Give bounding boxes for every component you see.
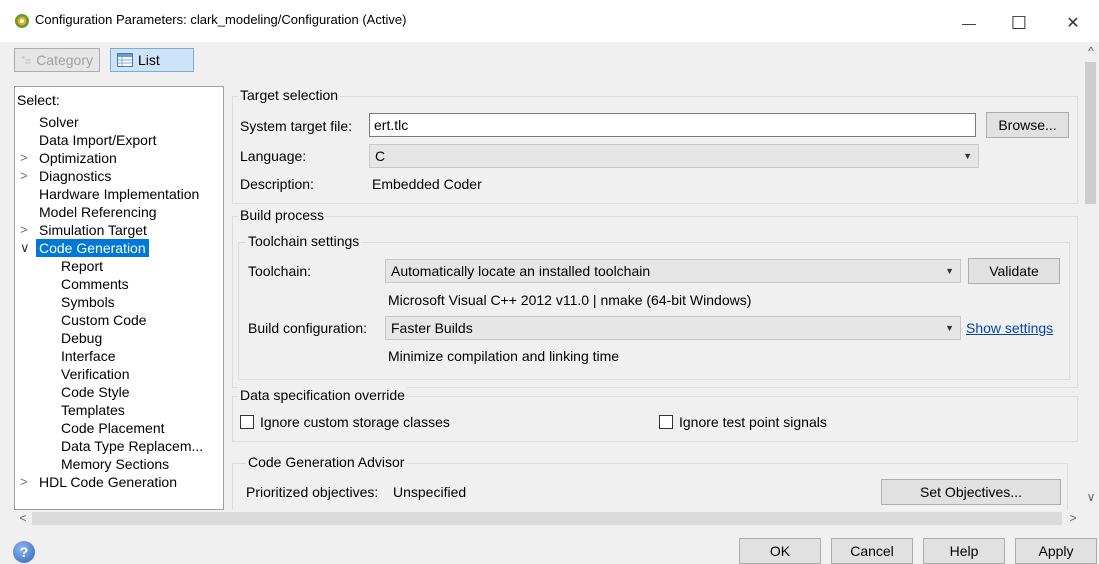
prioritized-label: Prioritized objectives: [246,484,379,500]
category-icon [21,56,31,64]
close-icon: ✕ [1066,15,1080,32]
expand-arrow-icon[interactable]: > [20,473,30,491]
apply-button[interactable]: Apply [1015,538,1097,564]
description-value: Embedded Coder [372,176,482,192]
horizontal-scroll-thumb[interactable] [32,512,1062,525]
category-tree[interactable]: Select: Solver Data Import/Export > Optim… [14,86,224,510]
tree-item-code-placement[interactable]: Code Placement [15,419,223,437]
tree-item-data-import-export[interactable]: Data Import/Export [15,131,223,149]
tree-item-templates[interactable]: Templates [15,401,223,419]
toolchain-value: Automatically locate an installed toolch… [391,263,651,279]
language-value: C [375,148,386,164]
tree-item-model-referencing[interactable]: Model Referencing [15,203,223,221]
help-icon[interactable]: ? [13,541,35,563]
tree-item-optimization[interactable]: > Optimization [15,149,223,167]
tree-item-verification[interactable]: Verification [15,365,223,383]
tree-item-code-style[interactable]: Code Style [15,383,223,401]
tree-item-data-type-replacement[interactable]: Data Type Replacem... [15,437,223,455]
tree-item-simulation-target[interactable]: > Simulation Target [15,221,223,239]
data-spec-title: Data specification override [238,387,407,403]
toolchain-settings-title: Toolchain settings [246,233,362,249]
dropdown-arrow-icon: ▼ [945,266,954,276]
language-label: Language: [240,148,307,164]
category-label: Category [36,52,93,68]
dropdown-arrow-icon: ▼ [945,323,954,333]
tree-item-diagnostics[interactable]: > Diagnostics [15,167,223,185]
tree-item-memory-sections[interactable]: Memory Sections [15,455,223,473]
selected-label: Code Generation [36,239,149,257]
show-settings-link[interactable]: Show settings [966,320,1053,336]
prioritized-value: Unspecified [393,484,467,500]
minimize-icon: — [962,15,976,31]
tree-item-interface[interactable]: Interface [15,347,223,365]
build-process-title: Build process [238,207,327,223]
set-objectives-button[interactable]: Set Objectives... [881,479,1061,505]
close-button[interactable]: ✕ [1050,9,1096,37]
window-title: Configuration Parameters: clark_modeling… [35,12,407,27]
system-target-label: System target file: [240,118,353,134]
tree-item-solver[interactable]: Solver [15,113,223,131]
tree-item-code-generation[interactable]: ∨ Code Generation [15,239,223,257]
scroll-up-icon[interactable]: ^ [1084,44,1098,58]
minimize-button[interactable]: — [946,9,992,37]
validate-button[interactable]: Validate [968,258,1060,284]
language-select[interactable]: C ▼ [369,144,979,168]
expand-arrow-icon[interactable]: > [20,149,30,167]
settings-panel: Target selection System target file: ert… [230,80,1082,510]
dropdown-arrow-icon: ▼ [963,151,972,161]
tree-item-symbols[interactable]: Symbols [15,293,223,311]
simulink-gear-icon [15,14,29,28]
tree-item-custom-code[interactable]: Custom Code [15,311,223,329]
tree-item-report[interactable]: Report [15,257,223,275]
help-button[interactable]: Help [923,538,1005,564]
system-target-input[interactable]: ert.tlc [369,113,976,137]
tree-item-hardware-implementation[interactable]: Hardware Implementation [15,185,223,203]
build-config-select[interactable]: Faster Builds ▼ [385,316,961,340]
vertical-scroll-thumb[interactable] [1085,62,1096,204]
ignore-test-points-checkbox[interactable] [659,415,673,429]
scroll-right-icon[interactable]: > [1066,511,1080,525]
scroll-left-icon[interactable]: < [16,511,30,525]
tree-item-comments[interactable]: Comments [15,275,223,293]
list-icon [117,53,133,67]
build-config-info: Minimize compilation and linking time [388,348,620,364]
toolchain-label: Toolchain: [248,263,312,279]
browse-button[interactable]: Browse... [986,112,1069,138]
expand-arrow-icon[interactable]: > [20,221,30,239]
maximize-icon: ☐ [1010,12,1028,33]
description-label: Description: [240,176,314,192]
toolchain-info: Microsoft Visual C++ 2012 v11.0 | nmake … [388,292,752,308]
ignore-test-points-label: Ignore test point signals [679,414,827,430]
cancel-button[interactable]: Cancel [831,538,913,564]
maximize-button[interactable]: ☐ [996,9,1042,37]
advisor-title: Code Generation Advisor [246,454,407,470]
category-view-button[interactable]: Category [14,48,100,72]
collapse-arrow-icon[interactable]: ∨ [20,239,30,257]
build-config-label: Build configuration: [248,320,368,336]
build-config-value: Faster Builds [391,320,473,336]
ok-button[interactable]: OK [739,538,821,564]
tree-item-debug[interactable]: Debug [15,329,223,347]
list-view-button[interactable]: List [110,48,194,72]
ignore-storage-label: Ignore custom storage classes [260,414,450,430]
expand-arrow-icon[interactable]: > [20,167,30,185]
list-label: List [138,52,160,68]
scroll-down-icon[interactable]: ∨ [1084,490,1098,504]
target-selection-title: Target selection [238,87,341,103]
toolchain-select[interactable]: Automatically locate an installed toolch… [385,259,961,283]
tree-item-hdl-code-generation[interactable]: > HDL Code Generation [15,473,223,491]
ignore-storage-checkbox[interactable] [240,415,254,429]
